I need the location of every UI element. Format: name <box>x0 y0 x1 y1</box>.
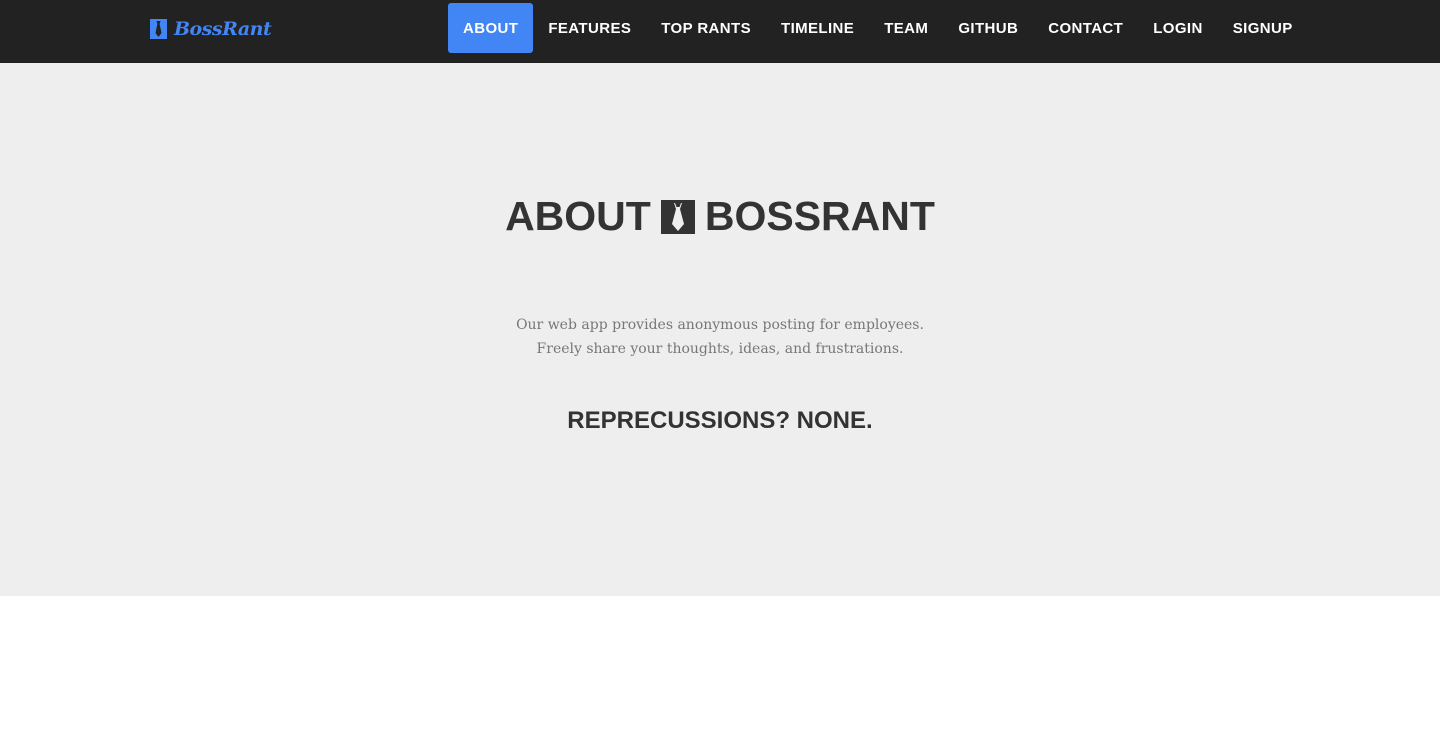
top-navbar: BossRant ABOUT FEATURES TOP RANTS TIMELI… <box>0 0 1440 63</box>
tie-icon <box>150 19 167 39</box>
nav-item-top-rants[interactable]: TOP RANTS <box>646 3 766 53</box>
description-line: Freely share your thoughts, ideas, and f… <box>536 341 904 357</box>
brand-name: BossRant <box>174 18 272 40</box>
nav-item-signup[interactable]: SIGNUP <box>1218 3 1308 53</box>
about-section: ABOUT BOSSRANT Our web app provides anon… <box>0 63 1440 596</box>
title-bossrant-word: BOSSRANT <box>704 193 935 239</box>
main-nav: ABOUT FEATURES TOP RANTS TIMELINE TEAM G… <box>448 3 1308 53</box>
nav-item-contact[interactable]: CONTACT <box>1033 3 1138 53</box>
nav-item-github[interactable]: GITHUB <box>943 3 1033 53</box>
about-description: Our web app provides anonymous posting f… <box>0 313 1440 361</box>
tagline: REPRECUSSIONS? NONE. <box>567 407 873 434</box>
title-about-word: ABOUT <box>505 193 651 239</box>
nav-item-team[interactable]: TEAM <box>869 3 943 53</box>
tie-icon <box>660 199 695 234</box>
nav-item-features[interactable]: FEATURES <box>533 3 646 53</box>
description-line: Our web app provides anonymous posting f… <box>516 317 924 333</box>
brand-logo-link[interactable]: BossRant <box>150 17 272 41</box>
nav-item-login[interactable]: LOGIN <box>1138 3 1218 53</box>
section-title: ABOUT BOSSRANT <box>0 193 1440 240</box>
nav-item-about[interactable]: ABOUT <box>448 3 534 53</box>
nav-item-timeline[interactable]: TIMELINE <box>766 3 869 53</box>
